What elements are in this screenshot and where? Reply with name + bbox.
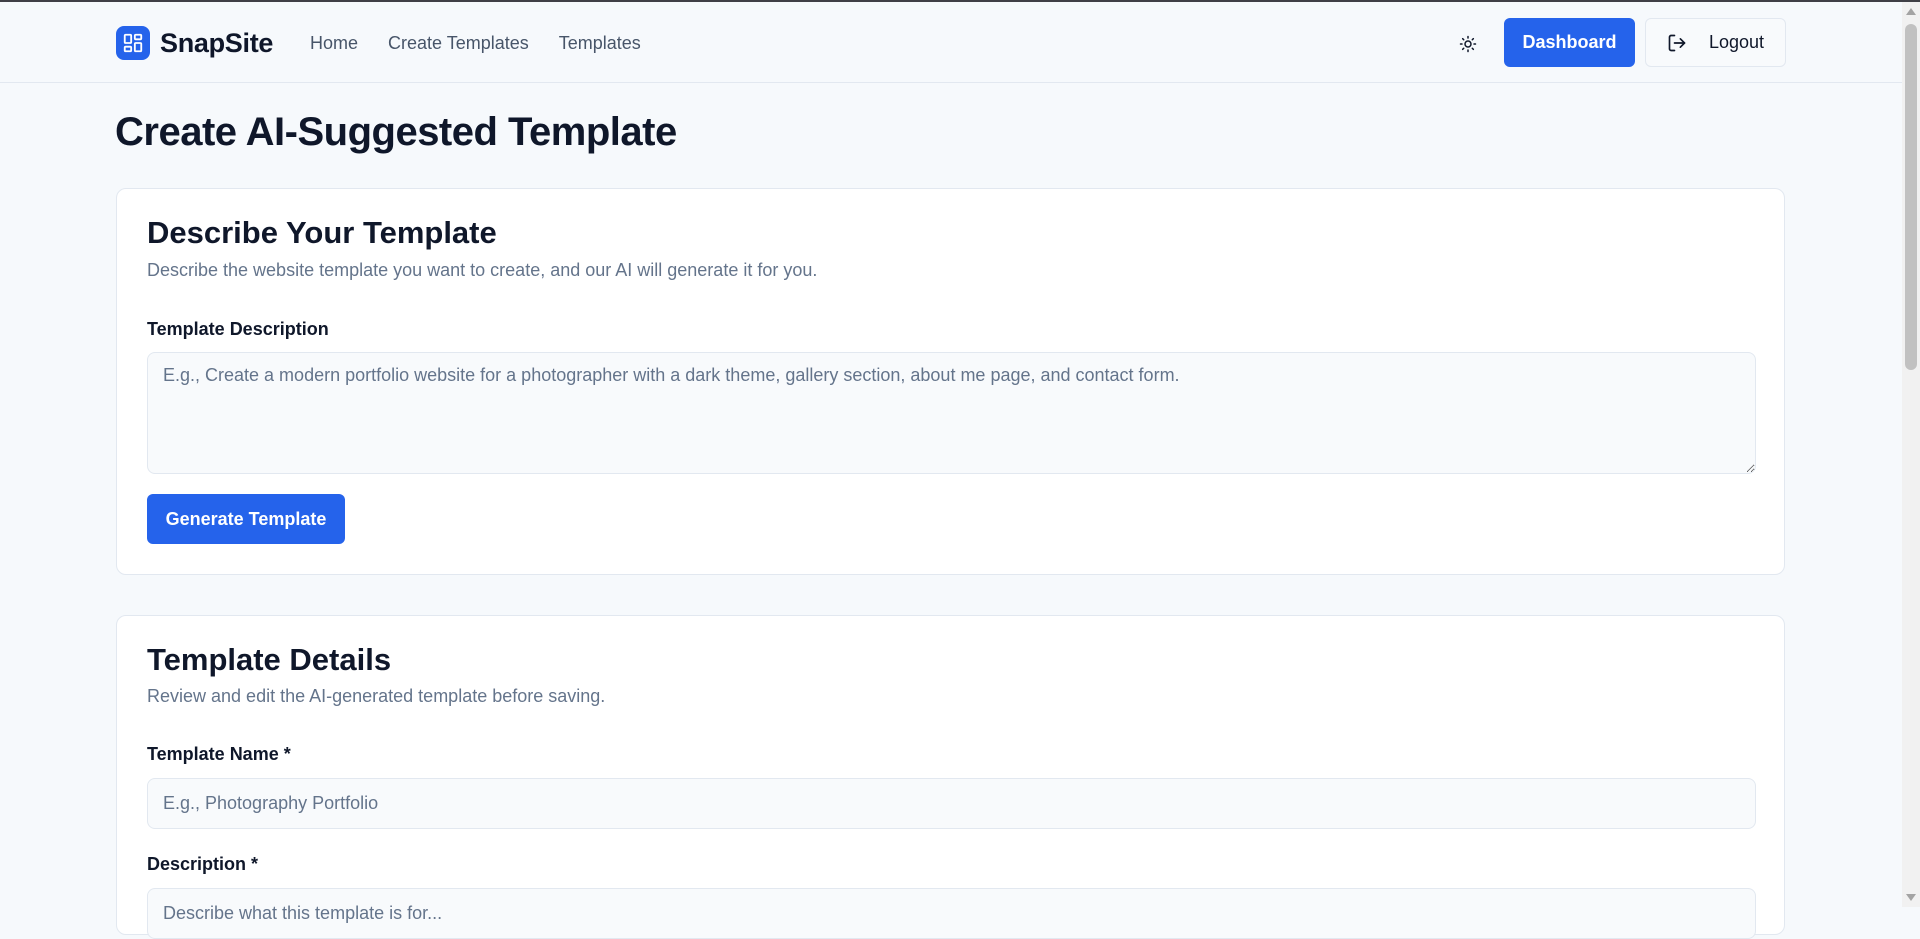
details-card-title: Template Details xyxy=(147,642,392,677)
describe-template-card: Describe Your Template Describe the webs… xyxy=(116,188,1785,575)
logout-button[interactable]: Logout xyxy=(1645,18,1786,67)
scroll-up-arrow-icon[interactable] xyxy=(1906,8,1916,15)
top-nav-bar: SnapSite Home Create Templates Templates… xyxy=(0,2,1902,83)
scrollbar-thumb[interactable] xyxy=(1905,24,1917,370)
template-description-input[interactable] xyxy=(147,352,1756,474)
template-name-label: Template Name * xyxy=(147,744,291,764)
describe-card-subtitle: Describe the website template you want t… xyxy=(147,260,818,280)
brand-name: SnapSite xyxy=(160,27,274,58)
template-name-input[interactable] xyxy=(147,778,1756,829)
dashboard-button[interactable]: Dashboard xyxy=(1504,18,1635,67)
nav-create-templates[interactable]: Create Templates xyxy=(388,33,529,54)
logout-label: Logout xyxy=(1708,32,1765,52)
page-scrollbar[interactable] xyxy=(1902,2,1920,907)
nav-templates[interactable]: Templates xyxy=(559,33,641,54)
scroll-down-arrow-icon[interactable] xyxy=(1906,894,1916,901)
template-details-card: Template Details Review and edit the AI-… xyxy=(116,615,1785,939)
sun-icon xyxy=(1459,35,1477,53)
description-label: Description * xyxy=(147,854,259,874)
describe-card-title: Describe Your Template xyxy=(147,215,497,250)
generate-template-button[interactable]: Generate Template xyxy=(147,494,345,544)
description-input[interactable] xyxy=(147,888,1756,939)
theme-toggle-button[interactable] xyxy=(1454,30,1482,58)
main-nav: Home Create Templates Templates xyxy=(310,33,671,54)
logout-icon xyxy=(1668,34,1686,51)
nav-home[interactable]: Home xyxy=(310,33,358,54)
brand[interactable]: SnapSite xyxy=(116,26,273,60)
details-card-subtitle: Review and edit the AI-generated templat… xyxy=(147,686,606,706)
template-description-label: Template Description xyxy=(147,319,329,339)
grid-logo-icon xyxy=(116,26,150,60)
page-title: Create AI-Suggested Template xyxy=(115,110,677,154)
